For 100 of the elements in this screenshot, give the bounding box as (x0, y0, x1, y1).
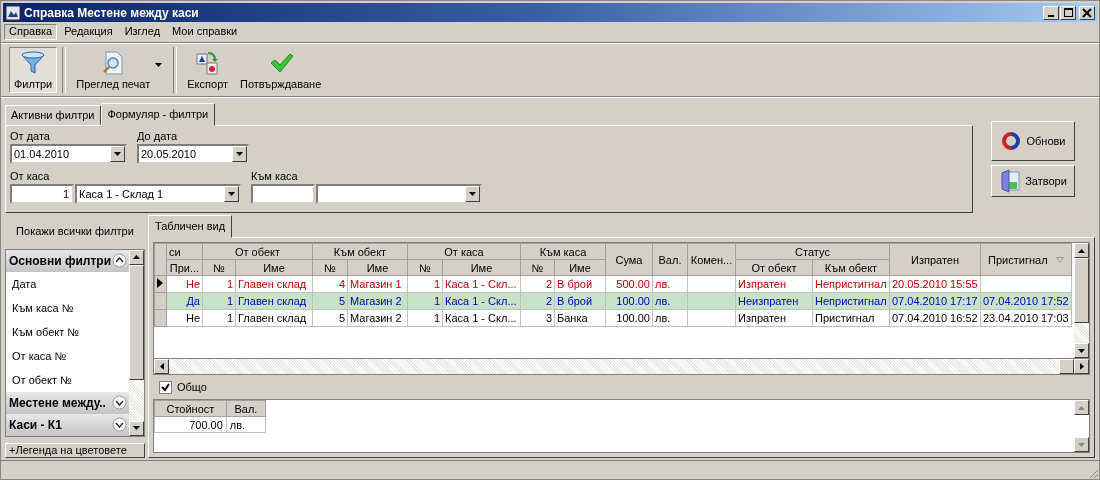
field-label: Към каса (251, 169, 299, 183)
column-group-header: Към каса (520, 243, 606, 260)
caret-icon[interactable] (469, 192, 476, 196)
scroll-down-icon[interactable] (133, 426, 140, 431)
dropdown-field[interactable]: Каса 1 - Склад 1 (75, 184, 241, 204)
dropdown-field[interactable] (316, 184, 482, 204)
window-title: Справка Местене между каси (24, 5, 200, 20)
menu-item[interactable]: Редакция (59, 24, 118, 40)
collapse-icon[interactable] (112, 253, 127, 269)
tab[interactable]: Табличен вид (148, 215, 233, 238)
scrollbar[interactable] (153, 359, 1090, 375)
column-header: Вал. (226, 400, 266, 417)
menu-item[interactable]: Изглед (119, 24, 166, 40)
door-icon (999, 169, 1022, 193)
scroll-thumb[interactable] (1059, 359, 1074, 374)
table-cell: Не (166, 275, 203, 293)
menu-item[interactable]: Мои справки (167, 24, 243, 40)
scroll-up-icon[interactable] (1078, 248, 1085, 253)
table-cell: лв. (226, 416, 266, 433)
tab[interactable]: Формуляр - филтри (100, 103, 216, 126)
column-header[interactable]: Вал. (652, 243, 688, 276)
export-icon (194, 50, 221, 76)
number-field[interactable]: 1 (10, 184, 74, 204)
table-cell: 5 (312, 309, 348, 327)
caret-icon[interactable] (228, 192, 235, 196)
table-cell: лв. (652, 309, 688, 327)
table-cell: 1 (202, 309, 236, 327)
table-cell: 500.00 (605, 275, 653, 293)
action-button[interactable]: Затвори (991, 165, 1075, 197)
close-icon (1082, 7, 1092, 18)
table-cell: 4 (312, 275, 348, 293)
table-cell: лв. (652, 275, 688, 293)
table-cell: Каса 1 - Скл... (442, 309, 521, 327)
date-field[interactable]: 20.05.2010 (137, 144, 249, 164)
filter-group-header[interactable]: Каси - К1 (6, 413, 129, 436)
toolbar-button[interactable]: Експорт (182, 47, 234, 93)
toolbar-button[interactable]: Потвърждаване (235, 47, 327, 93)
column-group-header: От каса (407, 243, 521, 260)
maximize-button[interactable] (1060, 5, 1076, 20)
checkbox[interactable] (159, 380, 172, 394)
table-cell: 20.05.2010 15:55 (889, 275, 981, 293)
color-legend-button[interactable]: +Легенда на цветовете (5, 442, 145, 458)
field-label: До дата (137, 129, 179, 143)
show-all-filters-button[interactable]: Покажи всички филтри (5, 217, 145, 245)
column-header[interactable]: Сума (605, 243, 653, 276)
field-label: От каса (10, 169, 51, 183)
tab[interactable]: Активни филтри (5, 105, 101, 125)
table-cell: Главен склад (235, 275, 313, 293)
scroll-left-icon[interactable] (159, 363, 164, 370)
column-header[interactable]: Комен... (687, 243, 736, 276)
table-cell: 1 (407, 309, 443, 327)
funnel-icon (19, 50, 48, 76)
table-cell: Магазин 2 (347, 309, 408, 327)
column-header[interactable]: Изпратен (889, 243, 981, 276)
checkbox-label: Общо (177, 381, 207, 393)
menu-item[interactable]: Справка (4, 24, 58, 40)
table-cell: Банка (554, 309, 606, 327)
table-cell (687, 275, 736, 293)
table-cell: Не (166, 309, 203, 327)
scrollbar[interactable] (129, 249, 144, 436)
column-group-header: Статус (735, 243, 890, 260)
scroll-down-icon[interactable] (1078, 348, 1085, 353)
table-cell: 1 (202, 275, 236, 293)
caret-icon[interactable] (114, 152, 121, 156)
column-header[interactable]: Пристигнал (980, 243, 1072, 276)
toolbar-button[interactable]: Филтри (9, 47, 58, 93)
table-cell: Пристигнал (812, 309, 890, 327)
filter-group-header[interactable]: Местене между.. (6, 391, 129, 414)
caret-icon[interactable] (236, 152, 243, 156)
date-field[interactable]: 01.04.2010 (10, 144, 127, 164)
expand-icon[interactable] (112, 395, 127, 411)
table-cell: Непристигнал (812, 275, 890, 293)
app-icon (5, 4, 21, 21)
table-cell: 23.04.2010 17:03 (980, 309, 1072, 327)
table-cell: 700.00 (154, 416, 227, 433)
table-cell: 100.00 (605, 309, 653, 327)
table-cell: Изпратен (735, 309, 813, 327)
minimize-button[interactable] (1043, 5, 1059, 20)
table-cell: 07.04.2010 16:52 (889, 309, 981, 327)
table-cell: Магазин 1 (347, 275, 408, 293)
filter-group-header[interactable]: Основни филтри (6, 249, 129, 272)
column-group-header: Към обект (312, 243, 408, 260)
column-group-header: От обект (202, 243, 313, 260)
number-field[interactable] (251, 184, 315, 204)
table-cell: Каса 1 - Скл... (442, 275, 521, 293)
table-cell: Изпратен (735, 275, 813, 293)
action-button[interactable]: Обнови (991, 121, 1075, 161)
caret-icon[interactable] (155, 63, 163, 67)
table-cell: 3 (520, 309, 555, 327)
expand-icon[interactable] (112, 417, 127, 433)
close-button[interactable] (1079, 5, 1095, 20)
toolbar-button[interactable]: Преглед печат (71, 47, 156, 93)
scroll-right-icon[interactable] (1079, 363, 1084, 370)
scroll-up-icon[interactable] (133, 255, 140, 260)
column-header: Стойност (154, 400, 227, 417)
refresh-icon (1000, 130, 1023, 152)
table-cell: Главен склад (235, 309, 313, 327)
scrollbar[interactable] (1074, 243, 1089, 358)
table-cell: 1 (407, 275, 443, 293)
resize-grip-icon[interactable] (1087, 467, 1099, 479)
